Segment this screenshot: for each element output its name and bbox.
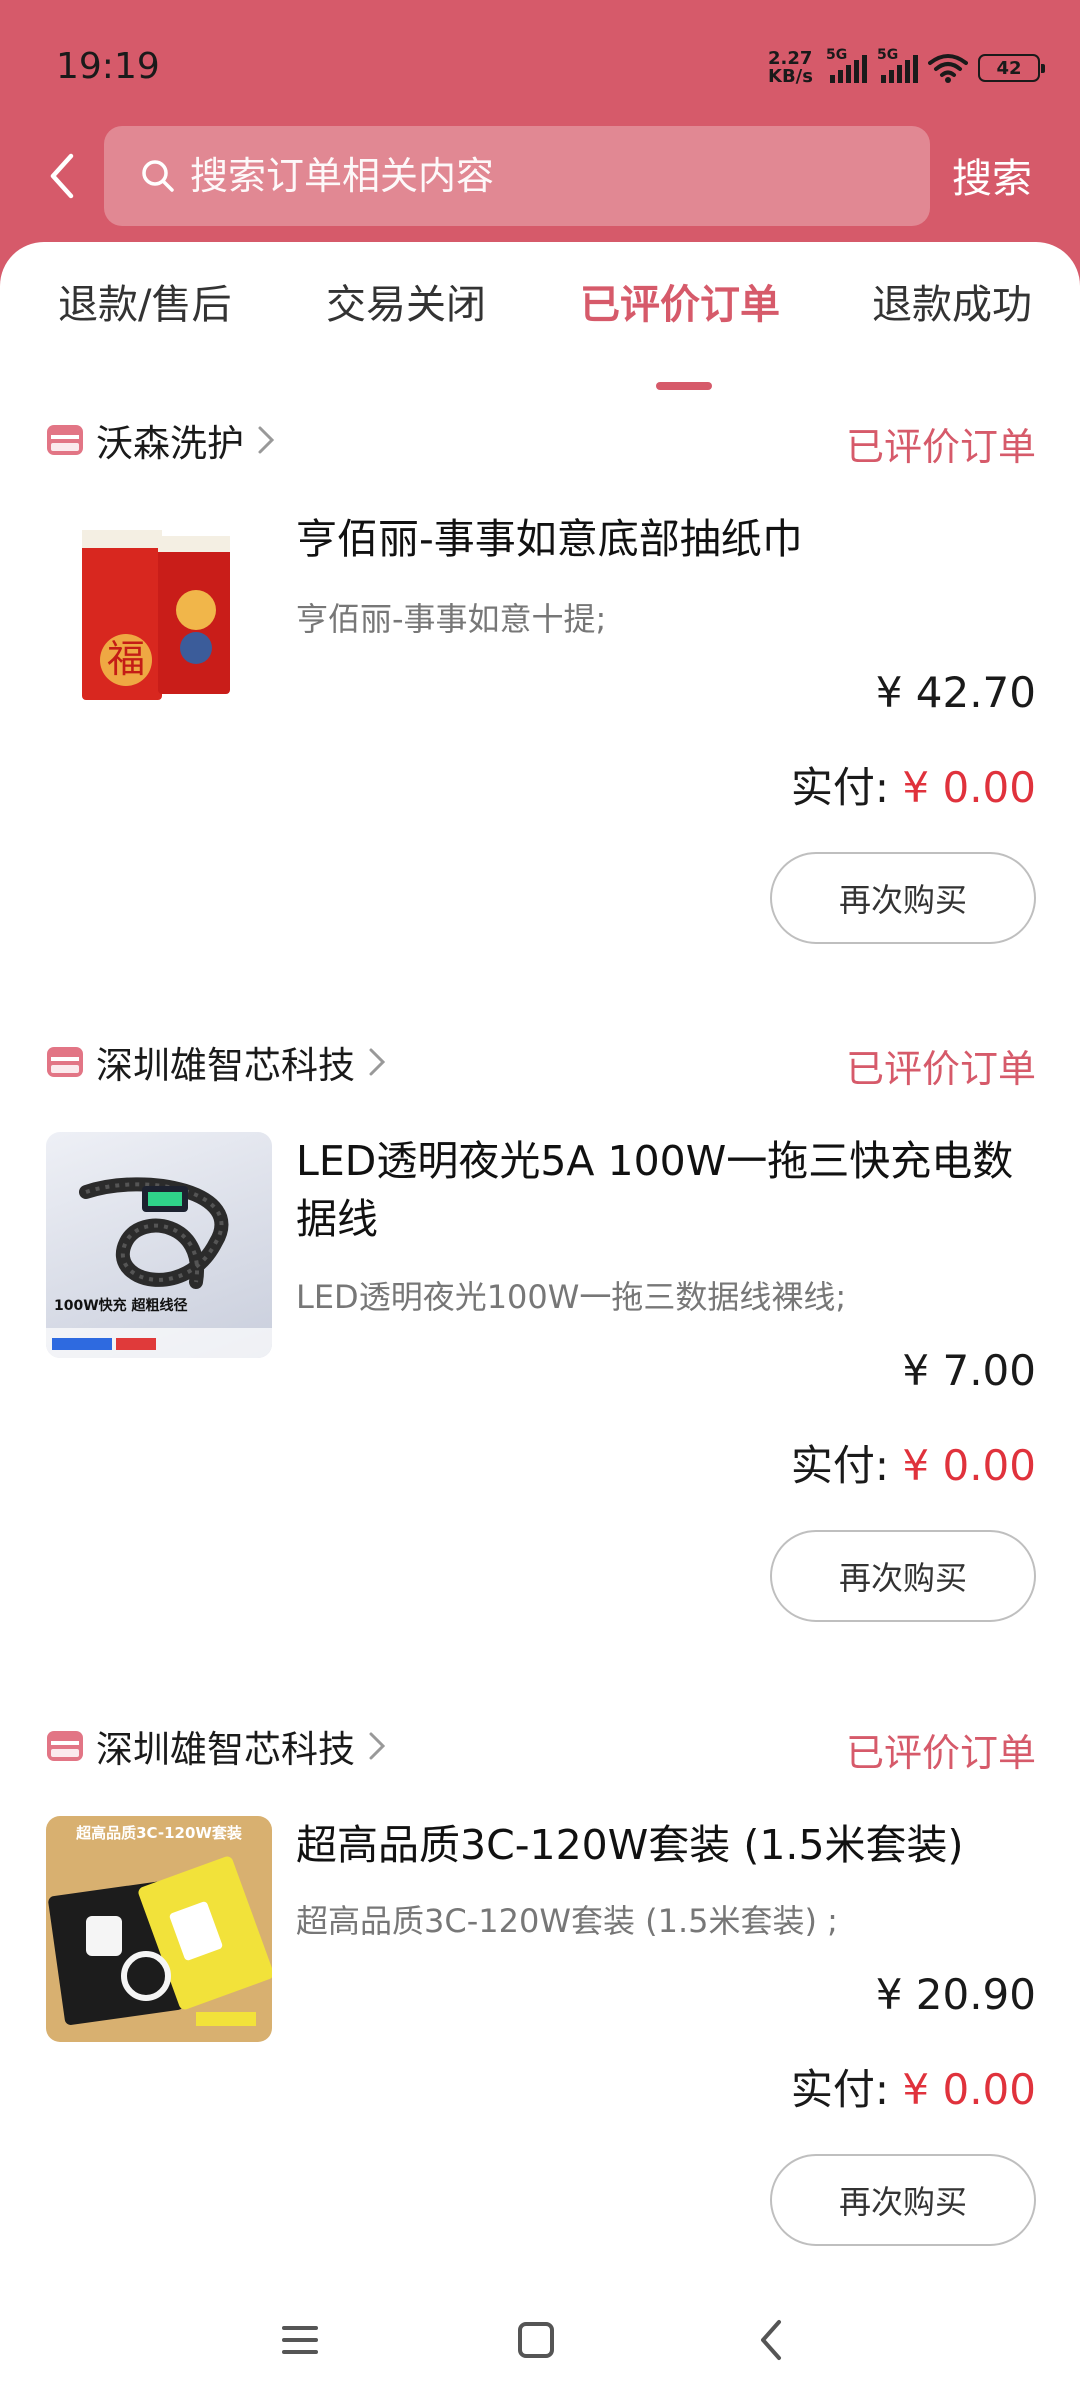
tab-refund-aftersale[interactable]: 退款/售后 [58, 272, 231, 330]
tab-trade-closed[interactable]: 交易关闭 [326, 272, 486, 330]
sim2-label: 5G [877, 47, 899, 63]
thumb-cable-text: 100W快充 超粗线径 [54, 1297, 188, 1314]
product-sku: LED透明夜光100W一拖三数据线裸线; [296, 1278, 847, 1316]
order-status: 已评价订单 [845, 1731, 1036, 1775]
product-sku: 超高品质3C-120W套装 (1.5米套装) ; [296, 1902, 838, 1940]
signal-icon: 5G [826, 47, 867, 83]
shop-link[interactable]: 沃森洗护 [46, 410, 278, 470]
shop-icon [47, 1731, 83, 1761]
product-sku: 亨佰丽-事事如意十提; [296, 600, 607, 638]
shop-name: 沃森洗护 [96, 422, 244, 465]
battery-icon: 42 [978, 54, 1045, 82]
cable-image: 100W快充 超粗线径 [46, 1177, 272, 1358]
shop-link[interactable]: 深圳雄智芯科技 [46, 1032, 389, 1092]
product-price: ¥ 20.90 [875, 1970, 1036, 2019]
paid-amount: ¥ 0.00 [902, 1441, 1036, 1490]
chevron-right-icon [369, 1048, 386, 1076]
back-icon [761, 2320, 781, 2360]
order-status: 已评价订单 [845, 425, 1036, 469]
net-speed-unit: KB/s [768, 66, 813, 87]
paid-row: 实付: ¥ 0.00 [791, 2056, 1036, 2117]
chevron-left-icon [50, 153, 74, 199]
paid-row: 实付: ¥ 0.00 [791, 1432, 1036, 1493]
product-price: ¥ 42.70 [875, 668, 1036, 717]
sim1-label: 5G [826, 47, 848, 63]
product-title[interactable]: 超高品质3C-120W套装 (1.5米套装) [296, 1816, 1036, 1874]
menu-icon [282, 2326, 318, 2354]
product-title[interactable]: 亨佰丽-事事如意底部抽纸巾 [296, 510, 1036, 568]
shop-icon [47, 425, 83, 455]
active-tab-indicator [656, 382, 712, 390]
chevron-right-icon [369, 1732, 386, 1760]
paid-label: 实付: [790, 2065, 890, 2114]
home-button[interactable] [506, 2310, 566, 2370]
search-icon [142, 160, 174, 192]
paid-row: 实付: ¥ 0.00 [791, 754, 1036, 815]
status-bar: 19:19 2.27 KB/s 5G 5G 42 [0, 0, 1080, 130]
menu-button[interactable] [270, 2310, 330, 2370]
status-time: 19:19 [56, 46, 160, 87]
buy-again-button[interactable]: 再次购买 [770, 852, 1036, 944]
shop-icon [47, 1047, 83, 1077]
search-button[interactable]: 搜索 [952, 146, 1032, 204]
system-nav-bar [0, 2290, 1080, 2380]
tab-bar: 退款/售后 交易关闭 已评价订单 退款成功 [0, 272, 1080, 390]
product-thumbnail[interactable]: 100W快充 超粗线径 [46, 1132, 272, 1358]
order-status: 已评价订单 [845, 1047, 1036, 1091]
signal-icon: 5G [877, 47, 918, 83]
paid-amount: ¥ 0.00 [902, 2065, 1036, 2114]
network-speed: 2.27 KB/s [768, 50, 816, 86]
thumb-fu-text: 福 [107, 637, 145, 681]
search-input[interactable] [190, 154, 890, 198]
product-price: ¥ 7.00 [902, 1346, 1036, 1395]
chevron-right-icon [258, 426, 275, 454]
buy-again-button[interactable]: 再次购买 [770, 1530, 1036, 1622]
tab-reviewed-orders[interactable]: 已评价订单 [580, 272, 780, 330]
thumb-charger-text: 超高品质3C-120W套装 [75, 1824, 243, 1842]
charger-set-image: 超高品质3C-120W套装 [48, 1824, 272, 2026]
wifi-icon [928, 54, 968, 83]
shop-name: 深圳雄智芯科技 [96, 1728, 355, 1771]
tissue-pack-image: 福 [82, 530, 230, 700]
product-thumbnail[interactable]: 福 [46, 510, 272, 736]
product-title[interactable]: LED透明夜光5A 100W一拖三快充电数据线 [296, 1132, 1036, 1248]
paid-amount: ¥ 0.00 [902, 763, 1036, 812]
tab-refund-success[interactable]: 退款成功 [872, 272, 1032, 330]
home-icon [518, 2322, 554, 2358]
paid-label: 实付: [790, 1441, 890, 1490]
paid-label: 实付: [790, 763, 890, 812]
search-box[interactable] [104, 126, 930, 226]
product-thumbnail[interactable]: 超高品质3C-120W套装 [46, 1816, 272, 2042]
shop-name: 深圳雄智芯科技 [96, 1044, 355, 1087]
shop-link[interactable]: 深圳雄智芯科技 [46, 1716, 389, 1776]
buy-again-button[interactable]: 再次购买 [770, 2154, 1036, 2246]
battery-level: 42 [996, 57, 1022, 79]
back-nav-button[interactable] [740, 2310, 800, 2370]
back-button[interactable] [36, 148, 86, 204]
status-icons: 2.27 KB/s 5G 5G 42 [768, 47, 1045, 88]
main-panel: 退款/售后 交易关闭 已评价订单 退款成功 沃森洗护 已评价订单 福 亨佰丽-事… [0, 242, 1080, 2400]
